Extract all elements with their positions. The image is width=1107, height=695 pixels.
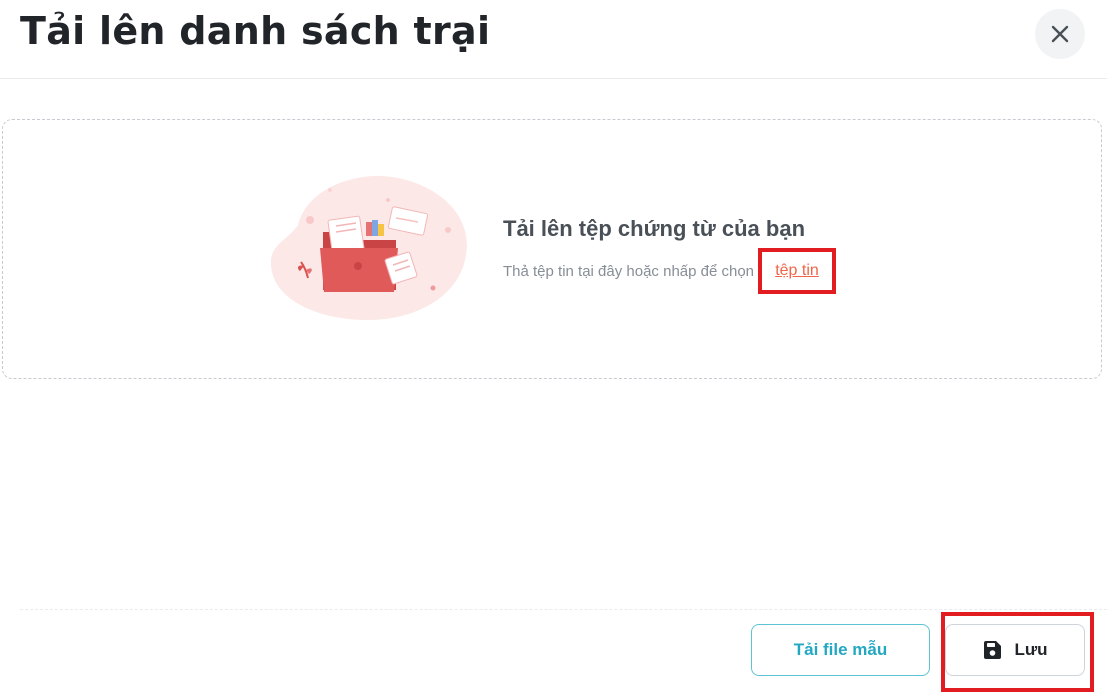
save-button[interactable]: Lưu (945, 624, 1085, 676)
upload-dialog: Tải lên danh sách trại Tải lên tệp chứng… (0, 0, 1107, 695)
choose-file-link[interactable]: tệp tin (758, 248, 836, 294)
folder-upload-illustration (268, 170, 473, 325)
dropzone-title: Tải lên tệp chứng từ của bạn (503, 216, 806, 241)
download-template-button[interactable]: Tải file mẫu (751, 624, 930, 676)
dialog-title: Tải lên danh sách trại (20, 9, 491, 53)
dropzone-hint: Thả tệp tin tại đây hoặc nhấp để chọn (503, 263, 755, 280)
footer-divider (20, 609, 1107, 610)
floppy-disk-icon (982, 640, 1002, 660)
save-button-label: Lưu (1014, 640, 1048, 659)
close-button[interactable] (1035, 9, 1085, 59)
close-icon (1049, 23, 1071, 45)
file-dropzone[interactable]: Tải lên tệp chứng từ của bạn Thả tệp tin… (2, 119, 1102, 379)
dialog-header: Tải lên danh sách trại (0, 0, 1107, 79)
